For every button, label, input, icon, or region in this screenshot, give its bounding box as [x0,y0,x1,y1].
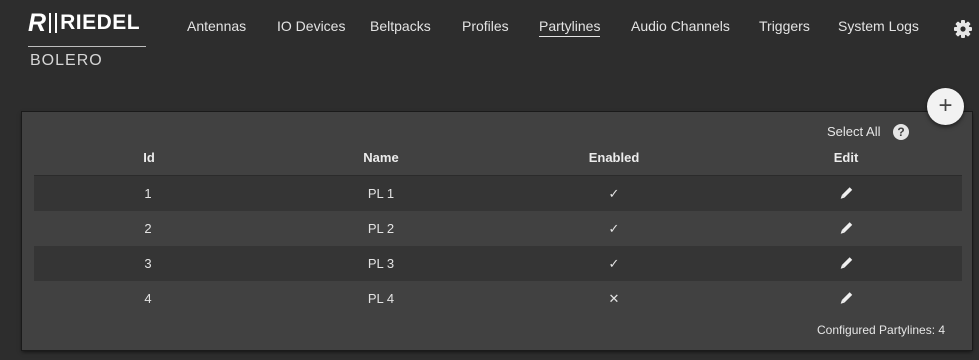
nav-audio-channels[interactable]: Audio Channels [631,18,730,34]
enabled-check-icon[interactable]: ✓ [609,211,620,246]
pencil-icon[interactable] [838,211,854,246]
cell-name: PL 2 [367,221,395,236]
product-name: BOLERO [30,52,103,69]
column-header-id[interactable]: Id [143,150,155,165]
riedel-bolero-logo[interactable]: R RIEDEL BOLERO [28,10,146,70]
nav-beltpacks[interactable]: Beltpacks [370,18,431,34]
cell-id: 4 [144,291,152,306]
logo-top: R RIEDEL [28,10,146,36]
cell-name: PL 3 [367,256,395,271]
table-row[interactable]: 1 PL 1 ✓ [34,176,962,211]
column-header-enabled[interactable]: Enabled [589,150,640,165]
enabled-check-icon[interactable]: ✓ [609,246,620,281]
pencil-icon[interactable] [838,176,854,211]
disabled-x-icon[interactable]: ✕ [609,281,620,316]
nav-io-devices[interactable]: IO Devices [277,18,345,34]
table-row[interactable]: 2 PL 2 ✓ [34,211,962,246]
cell-id: 2 [144,221,152,236]
nav-profiles[interactable]: Profiles [462,18,509,34]
enabled-check-icon[interactable]: ✓ [609,176,620,211]
logo-divider [28,46,146,47]
nav-triggers[interactable]: Triggers [759,18,810,34]
cell-id: 3 [144,256,152,271]
pencil-icon[interactable] [838,281,854,316]
nav-antennas[interactable]: Antennas [187,18,246,34]
nav-system-logs[interactable]: System Logs [838,18,919,34]
gear-icon[interactable] [953,19,973,39]
column-header-edit: Edit [833,150,859,165]
table-row[interactable]: 3 PL 3 ✓ [34,246,962,281]
cell-id: 1 [144,186,152,201]
column-header-name[interactable]: Name [363,150,398,165]
nav-partylines[interactable]: Partylines [539,18,601,37]
configured-count: Configured Partylines: 4 [817,323,946,337]
logo-mark: R [28,9,46,37]
pencil-icon[interactable] [838,246,854,281]
cell-name: PL 1 [367,186,395,201]
help-icon[interactable]: ? [893,124,909,140]
add-partyline-button[interactable]: + [927,88,964,125]
table-row[interactable]: 4 PL 4 ✕ [34,281,962,316]
app-header: R RIEDEL BOLERO Antennas IO Devices Belt… [0,0,979,90]
cell-name: PL 4 [367,291,395,306]
logo-bars [49,13,58,33]
brand-name: RIEDEL [60,11,141,34]
select-all-button[interactable]: Select All [827,124,880,139]
